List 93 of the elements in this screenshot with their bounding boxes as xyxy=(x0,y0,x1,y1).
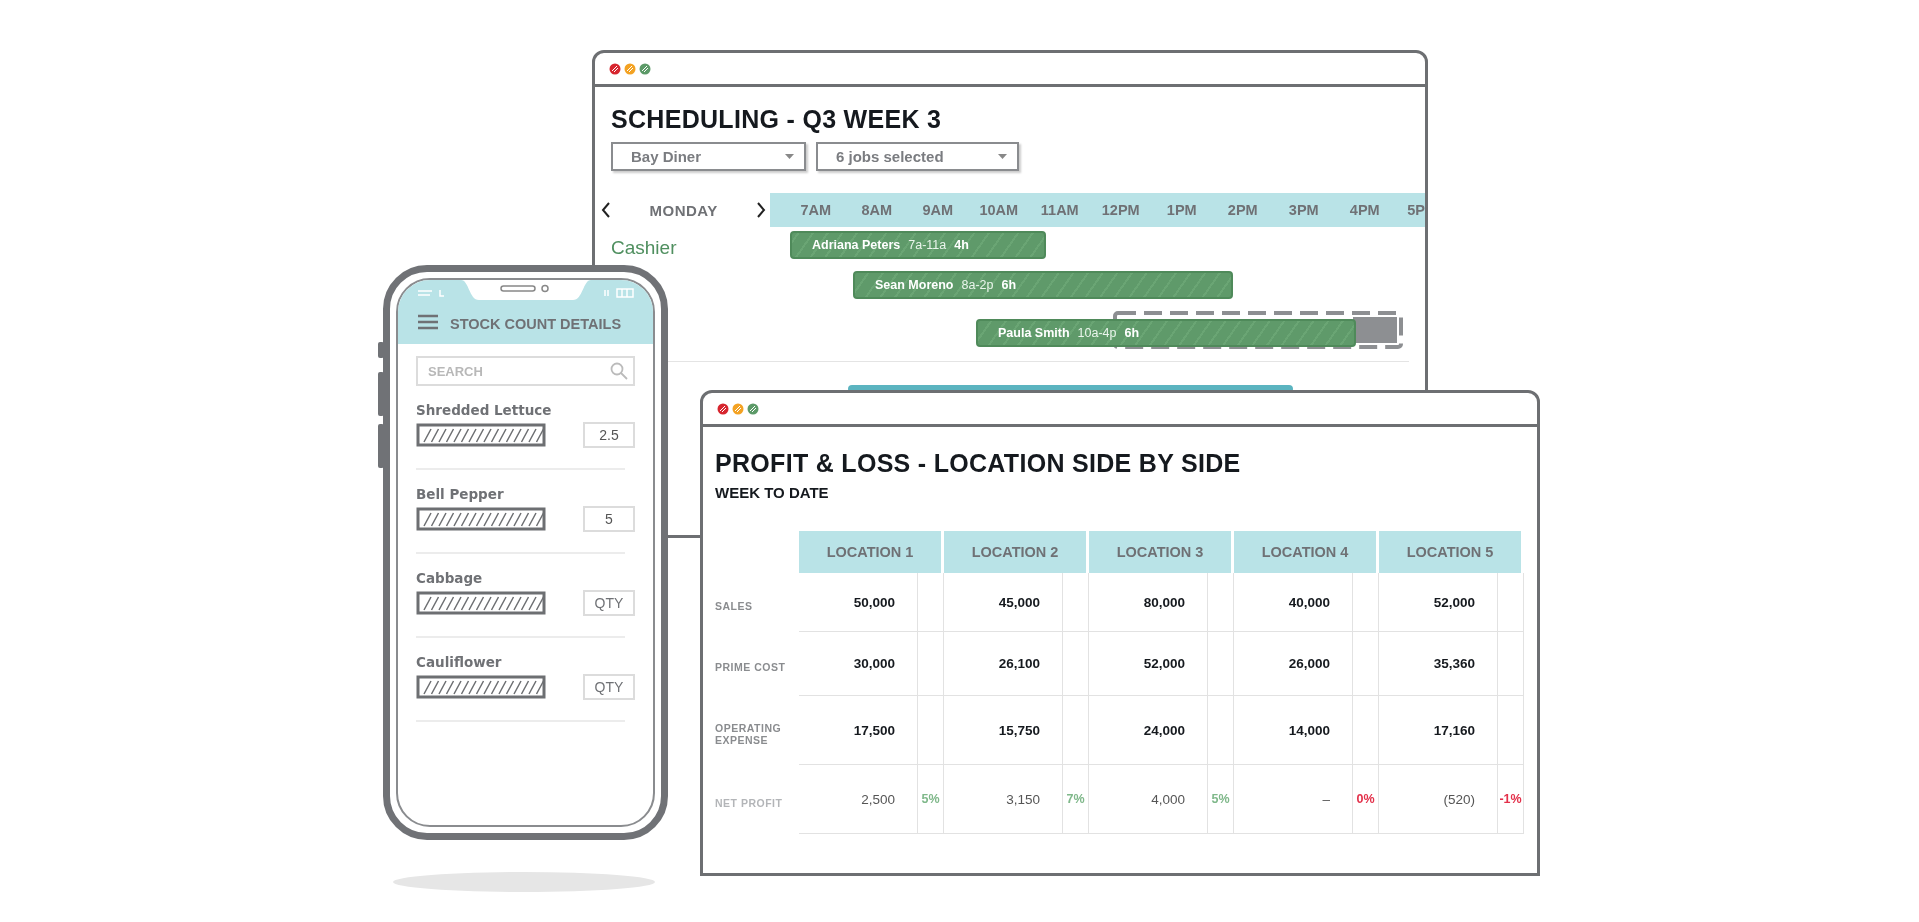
table-cell xyxy=(1352,573,1379,632)
row-label: NET PROFIT xyxy=(715,795,784,811)
shift-time: 7a-11a xyxy=(908,238,947,252)
item-name: Shredded Lettuce xyxy=(416,402,553,418)
hour-label: 4PM xyxy=(1348,202,1381,218)
row-label: PRIME COST xyxy=(715,660,787,676)
table-cell: 3,150 xyxy=(944,765,1062,834)
employee-name: Adriana Peters xyxy=(812,238,901,252)
chevron-right-icon[interactable] xyxy=(756,202,767,218)
table-cell: 30,000 xyxy=(799,632,917,696)
table-cell: 26,000 xyxy=(1234,632,1352,696)
day-label: MONDAY xyxy=(649,201,718,219)
table-cell: 50,000 xyxy=(799,573,917,632)
hour-label: 1PM xyxy=(1165,202,1198,218)
column-header: LOCATION 1 xyxy=(799,531,941,573)
table-cell: 4,000 xyxy=(1089,765,1207,834)
hour-label: 5P xyxy=(1406,202,1425,218)
table-cell: 80,000 xyxy=(1089,573,1207,632)
column-header: LOCATION 5 xyxy=(1379,531,1521,573)
hour-label: 7AM xyxy=(799,202,833,218)
hour-label: 8AM xyxy=(860,202,894,218)
column-header: LOCATION 2 xyxy=(944,531,1086,573)
table-cell: 35,360 xyxy=(1379,632,1497,696)
table-cell: 45,000 xyxy=(944,573,1062,632)
window-subtitle: WEEK TO DATE xyxy=(715,484,830,501)
caret-icon xyxy=(998,154,1007,159)
table-cell: 26,100 xyxy=(944,632,1062,696)
table-cell: 40,000 xyxy=(1234,573,1352,632)
table-cell xyxy=(1352,632,1379,696)
table-cell: (520) xyxy=(1379,765,1497,834)
quantity-field[interactable]: QTY xyxy=(583,674,635,700)
table-cell xyxy=(917,573,944,632)
table-cell: 15,750 xyxy=(944,696,1062,765)
hour-label: 10AM xyxy=(978,202,1020,218)
window-title: SCHEDULING - Q3 WEEK 3 xyxy=(611,105,943,134)
table-cell xyxy=(1207,573,1234,632)
hour-label: 2PM xyxy=(1226,202,1259,218)
battery-icon xyxy=(603,288,637,298)
table-cell: 24,000 xyxy=(1089,696,1207,765)
percent-value: 5% xyxy=(921,792,940,806)
row-label: OPERATING EXPENSE xyxy=(715,720,783,748)
window-controls-icon xyxy=(717,402,761,415)
table-cell xyxy=(917,632,944,696)
shift-bar[interactable]: Paula Smith 10a-4p 6h xyxy=(976,319,1356,347)
hour-label: 11AM xyxy=(1039,202,1080,218)
column-header: LOCATION 4 xyxy=(1234,531,1376,573)
table-cell: 14,000 xyxy=(1234,696,1352,765)
shift-bar[interactable]: Adriana Peters 7a-11a 4h xyxy=(790,231,1046,259)
item-name: Bell Pepper xyxy=(416,486,505,502)
percent-value: -1% xyxy=(1499,792,1522,806)
hour-label: 12PM xyxy=(1100,202,1141,218)
shift-duration: 4h xyxy=(954,238,969,252)
chevron-left-icon[interactable] xyxy=(601,202,611,218)
search-icon xyxy=(610,362,628,380)
shift-time: 8a-2p xyxy=(961,278,994,292)
percent-value: 5% xyxy=(1211,792,1230,806)
quantity-field[interactable]: 5 xyxy=(583,506,635,532)
percent-value: 7% xyxy=(1066,792,1085,806)
table-cell: 52,000 xyxy=(1379,573,1497,632)
column-header: LOCATION 3 xyxy=(1089,531,1231,573)
window-controls-icon xyxy=(609,62,653,75)
table-cell: 52,000 xyxy=(1089,632,1207,696)
jobs-dropdown[interactable]: 6 jobs selected xyxy=(816,142,1019,171)
table-cell xyxy=(1207,632,1234,696)
location-dropdown[interactable]: Bay Diner xyxy=(611,142,806,171)
employee-name: Sean Moreno xyxy=(875,278,954,292)
shift-duration: 6h xyxy=(1001,278,1017,292)
row-label: SALES xyxy=(715,598,754,614)
table-cell xyxy=(1497,573,1524,632)
item-name: Cabbage xyxy=(416,570,484,586)
quantity-field[interactable]: QTY xyxy=(583,590,635,616)
item-name: Cauliflower xyxy=(416,654,503,670)
role-label: Cashier xyxy=(611,237,677,259)
table-cell: – xyxy=(1234,765,1352,834)
shift-duration: 6h xyxy=(1124,326,1140,340)
menu-icon[interactable] xyxy=(418,314,438,330)
caret-icon xyxy=(785,154,794,159)
hour-label: 9AM xyxy=(921,202,955,218)
table-cell: 17,500 xyxy=(799,696,917,765)
hour-label: 3PM xyxy=(1287,202,1320,218)
shift-bar[interactable]: Sean Moreno 8a-2p 6h xyxy=(853,271,1233,299)
table-cell: 17,160 xyxy=(1379,696,1497,765)
window-title: PROFIT & LOSS - LOCATION SIDE BY SIDE xyxy=(715,449,1242,478)
quantity-field[interactable]: 2.5 xyxy=(583,422,635,448)
search-field[interactable]: SEARCH xyxy=(416,356,635,386)
percent-value: 0% xyxy=(1356,792,1375,806)
shift-time: 10a-4p xyxy=(1077,326,1117,340)
employee-name: Paula Smith xyxy=(998,326,1070,340)
screen-title: STOCK COUNT DETAILS xyxy=(450,316,622,332)
table-cell xyxy=(1062,632,1089,696)
table-cell: 2,500 xyxy=(799,765,917,834)
table-cell xyxy=(1497,632,1524,696)
table-cell xyxy=(1062,573,1089,632)
